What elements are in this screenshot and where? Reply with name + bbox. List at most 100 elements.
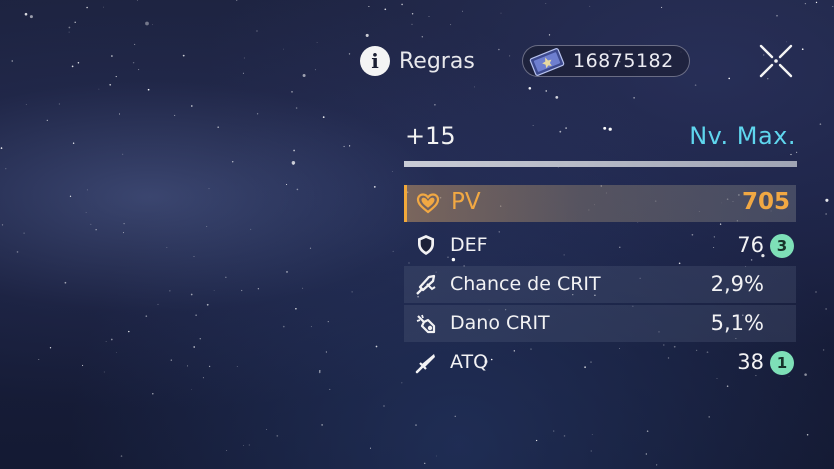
star xyxy=(434,103,436,106)
close-icon[interactable] xyxy=(757,42,795,80)
sub-stat-name: ATQ xyxy=(450,351,489,373)
star xyxy=(120,455,123,457)
star xyxy=(368,5,370,8)
star xyxy=(136,0,138,1)
star xyxy=(235,0,238,1)
star xyxy=(190,293,193,296)
star xyxy=(563,435,566,437)
star xyxy=(309,247,312,249)
star xyxy=(202,377,204,379)
star xyxy=(206,226,208,227)
star xyxy=(645,453,647,455)
star xyxy=(411,23,413,25)
star xyxy=(421,36,423,38)
star xyxy=(461,10,464,12)
crit-rate-icon xyxy=(416,274,436,295)
rules-button[interactable]: i Regras xyxy=(360,45,475,77)
star xyxy=(815,1,818,4)
star xyxy=(166,247,168,248)
star xyxy=(24,12,28,16)
star xyxy=(291,160,296,165)
star xyxy=(545,3,547,5)
star xyxy=(169,290,171,292)
star xyxy=(116,352,117,353)
star xyxy=(383,405,385,407)
star xyxy=(325,351,327,353)
star xyxy=(282,325,285,328)
star xyxy=(103,6,105,8)
star xyxy=(128,330,130,333)
star xyxy=(474,86,476,88)
star xyxy=(105,341,107,343)
star xyxy=(454,415,456,417)
star xyxy=(132,62,135,64)
star xyxy=(38,359,40,361)
sub-stat-value: 2,9% xyxy=(710,272,764,296)
star xyxy=(157,303,159,305)
main-stat-row: PV 705 xyxy=(404,185,796,222)
star xyxy=(152,24,153,25)
star xyxy=(435,455,437,457)
star xyxy=(85,212,87,214)
star xyxy=(286,271,288,273)
star xyxy=(182,54,185,57)
star xyxy=(535,439,538,442)
star xyxy=(401,3,403,6)
star xyxy=(248,444,250,446)
star xyxy=(199,338,201,340)
star xyxy=(174,114,176,116)
star xyxy=(815,291,817,293)
max-level-label: Nv. Max. xyxy=(689,122,796,150)
star xyxy=(187,365,188,367)
star xyxy=(637,222,639,224)
star xyxy=(208,365,211,368)
star xyxy=(603,126,607,130)
star xyxy=(257,288,260,290)
star xyxy=(322,116,325,118)
star xyxy=(74,21,76,24)
star xyxy=(266,429,268,430)
star xyxy=(25,104,27,105)
star xyxy=(392,250,394,252)
star xyxy=(295,107,298,109)
sub-stat-row-crit-rate: Chance de CRIT 2,9% xyxy=(404,266,796,303)
star xyxy=(728,77,730,80)
star xyxy=(375,345,378,348)
rules-label: Regras xyxy=(399,48,475,74)
star xyxy=(319,370,321,372)
star xyxy=(351,291,353,293)
star xyxy=(145,21,149,26)
star xyxy=(82,364,84,366)
star xyxy=(509,55,511,57)
star xyxy=(193,256,195,257)
star xyxy=(806,433,809,436)
star xyxy=(708,416,710,418)
star xyxy=(243,445,244,446)
relic-level: +15 xyxy=(405,122,456,150)
sub-stat-value: 5,1% xyxy=(710,311,764,335)
star xyxy=(250,228,252,230)
star xyxy=(46,119,48,122)
star xyxy=(5,168,7,170)
star xyxy=(86,189,88,191)
star xyxy=(109,83,112,86)
sub-stat-row-def: DEF 76 3 xyxy=(404,227,796,263)
currency-display: 16875182 xyxy=(522,45,690,77)
star xyxy=(801,48,804,51)
star xyxy=(401,382,403,384)
star xyxy=(633,97,635,99)
star xyxy=(384,8,387,11)
star xyxy=(498,48,500,51)
star xyxy=(77,61,80,64)
star xyxy=(314,69,316,71)
star xyxy=(213,290,215,291)
star xyxy=(532,125,534,127)
star xyxy=(302,74,306,77)
star xyxy=(321,424,323,426)
star xyxy=(726,385,729,387)
star xyxy=(68,26,71,29)
star xyxy=(391,171,393,172)
star xyxy=(825,198,829,202)
star xyxy=(825,308,827,310)
star xyxy=(276,435,279,437)
